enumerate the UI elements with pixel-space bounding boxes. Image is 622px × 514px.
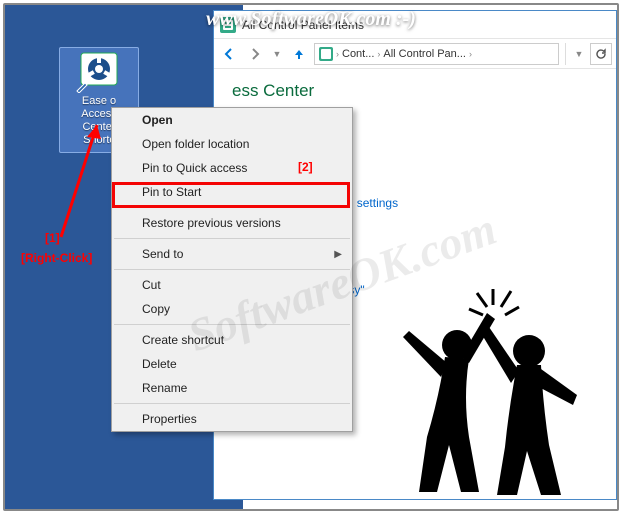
- menu-item-pin-quick-access[interactable]: Pin to Quick access: [112, 156, 352, 180]
- menu-item-properties[interactable]: Properties: [112, 407, 352, 431]
- context-menu: Open Open folder location Pin to Quick a…: [111, 107, 353, 432]
- nav-history-dropdown[interactable]: ▼: [270, 43, 284, 65]
- annotation-marker-1: [1]: [45, 231, 60, 245]
- window-title: All Control Panel Items: [242, 18, 364, 32]
- page-heading: ess Center: [232, 81, 606, 101]
- chevron-right-icon: ›: [469, 49, 472, 59]
- submenu-arrow-icon: ▶: [334, 249, 342, 260]
- window-titlebar[interactable]: All Control Panel Items: [214, 11, 616, 39]
- menu-separator: [114, 269, 350, 270]
- menu-separator: [114, 207, 350, 208]
- refresh-button[interactable]: [590, 43, 612, 65]
- menu-item-send-to[interactable]: Send to▶: [112, 242, 352, 266]
- chevron-right-icon: ›: [336, 49, 339, 59]
- menu-item-cut[interactable]: Cut: [112, 273, 352, 297]
- nav-forward-button[interactable]: [244, 43, 266, 65]
- menu-item-open-file-location[interactable]: Open folder location: [112, 132, 352, 156]
- menu-item-rename[interactable]: Rename: [112, 376, 352, 400]
- address-toolbar: ▼ › Cont... › All Control Pan... › ▼: [214, 39, 616, 69]
- address-breadcrumb[interactable]: › Cont... › All Control Pan... ›: [314, 43, 559, 65]
- breadcrumb-item[interactable]: All Control Pan...: [383, 48, 466, 60]
- chevron-right-icon: ›: [377, 49, 380, 59]
- menu-item-pin-to-start[interactable]: Pin to Start: [112, 180, 352, 204]
- annotation-rightclick-label: [Right-Click]: [21, 251, 92, 265]
- nav-up-button[interactable]: [288, 43, 310, 65]
- menu-item-delete[interactable]: Delete: [112, 352, 352, 376]
- breadcrumb-dropdown-button[interactable]: ▼: [572, 43, 586, 65]
- menu-item-restore-versions[interactable]: Restore previous versions: [112, 211, 352, 235]
- nav-back-button[interactable]: [218, 43, 240, 65]
- menu-item-copy[interactable]: Copy: [112, 297, 352, 321]
- control-panel-shortcut-icon: [75, 51, 123, 93]
- control-panel-icon: [220, 17, 236, 33]
- menu-separator: [114, 403, 350, 404]
- annotation-marker-2: [2]: [298, 160, 313, 174]
- breadcrumb-icon: [319, 47, 333, 61]
- menu-separator: [114, 238, 350, 239]
- breadcrumb-item[interactable]: Cont...: [342, 48, 374, 60]
- menu-item-open[interactable]: Open: [112, 108, 352, 132]
- menu-separator: [114, 324, 350, 325]
- menu-item-create-shortcut[interactable]: Create shortcut: [112, 328, 352, 352]
